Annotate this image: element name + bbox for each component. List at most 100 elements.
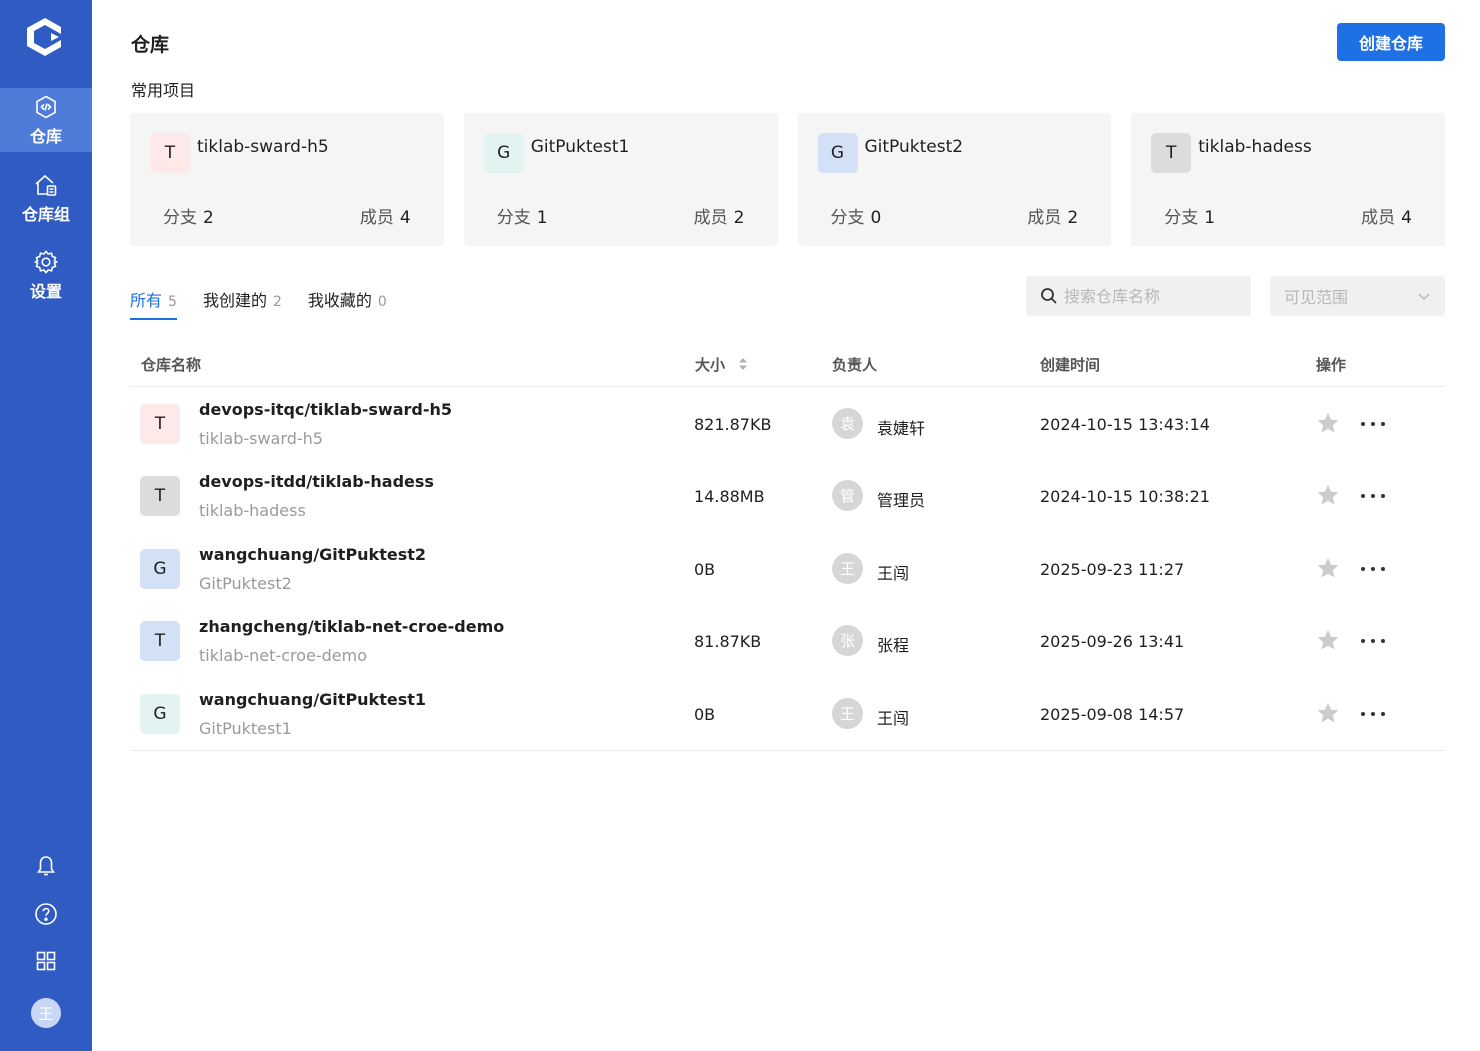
project-name: tiklab-sward-h5 [197,137,329,157]
repo-avatar: G [140,548,180,589]
owner-avatar: 管 [832,480,863,512]
member-count: 成员 2 [693,208,745,228]
created-time: 2025-09-26 13:41 [1040,632,1185,652]
filter-tabs: 所有 5 我创建的 2 我收藏的 0 [130,280,387,322]
owner-name: 王闯 [877,708,910,728]
more-actions-button[interactable] [1359,482,1387,510]
repo-name: GitPuktest1 [199,718,292,738]
column-header-name: 仓库名称 [141,356,202,374]
branch-count: 分支 1 [1164,208,1216,228]
create-repository-button[interactable]: 创建仓库 [1337,23,1445,61]
member-count: 成员 4 [359,208,411,228]
recent-project-card[interactable]: G GitPuktest2 分支 0 成员 2 [797,113,1112,246]
project-avatar: T [1151,133,1192,173]
sort-icon [739,358,748,370]
recent-project-card[interactable]: T tiklab-sward-h5 分支 2 成员 4 [130,113,444,246]
settings-gear-icon [33,249,59,274]
repository-group-icon [35,174,57,196]
repo-size: 81.87KB [694,632,762,652]
created-time: 2025-09-08 14:57 [1040,704,1185,724]
recent-project-card[interactable]: T tiklab-hadess 分支 1 成员 4 [1131,113,1445,246]
repository-icon [36,95,56,118]
star-icon[interactable] [1316,483,1340,507]
more-dots-icon [1361,494,1385,499]
tab-created-by-me[interactable]: 我创建的 2 [203,280,282,322]
search-icon [1041,288,1057,304]
more-dots-icon [1361,566,1385,571]
tab-all[interactable]: 所有 5 [130,280,177,322]
search-input[interactable] [1064,286,1244,306]
more-actions-button[interactable] [1359,410,1387,438]
table-row[interactable]: G wangchuang/GitPuktest1 GitPuktest1 0B … [130,678,1445,750]
repo-size: 0B [694,559,716,579]
owner-name: 管理员 [877,491,926,511]
apps-button[interactable] [0,949,92,973]
recent-projects: T tiklab-sward-h5 分支 2 成员 4 G GitPuktest1 … [130,113,1445,246]
visibility-select[interactable]: 可见范围 [1270,276,1445,316]
repo-name: tiklab-sward-h5 [199,429,323,448]
branch-count: 分支 0 [830,208,882,228]
column-header-owner: 负责人 [832,356,878,374]
sidebar-item-repository[interactable]: 仓库 [0,88,92,152]
branch-count: 分支 1 [496,208,548,228]
owner-avatar: 王 [832,552,863,584]
repo-path-link[interactable]: zhangcheng/tiklab-net-croe-demo [199,617,504,636]
repo-path-link[interactable]: wangchuang/GitPuktest1 [199,690,426,709]
star-icon[interactable] [1316,628,1340,652]
repo-avatar: T [140,621,180,662]
table-row[interactable]: T devops-itdd/tiklab-hadess tiklab-hades… [130,460,1445,532]
apps-grid-icon [36,951,56,971]
column-header-actions: 操作 [1316,356,1347,374]
branch-count: 分支 2 [163,208,214,228]
visibility-select-placeholder: 可见范围 [1284,288,1349,307]
repo-name: tiklab-hadess [199,501,306,521]
star-icon[interactable] [1316,411,1340,435]
repo-name: tiklab-net-croe-demo [199,646,367,666]
project-name: GitPuktest1 [530,137,630,157]
column-header-created: 创建时间 [1040,356,1101,374]
owner-name: 王闯 [877,563,910,583]
help-button[interactable] [0,902,92,926]
more-actions-button[interactable] [1359,555,1387,583]
chevron-down-icon [1418,293,1430,301]
column-header-size[interactable]: 大小 [695,354,748,375]
recent-projects-title: 常用项目 [131,81,196,100]
repo-path-link[interactable]: wangchuang/GitPuktest2 [199,545,426,564]
more-dots-icon [1361,422,1385,426]
more-dots-icon [1361,711,1385,716]
recent-project-card[interactable]: G GitPuktest1 分支 1 成员 2 [463,113,778,246]
project-name: GitPuktest2 [864,137,964,157]
bell-icon [37,856,55,876]
search-box[interactable] [1026,276,1251,316]
more-dots-icon [1361,639,1385,644]
tab-favorites[interactable]: 我收藏的 0 [308,280,387,322]
project-avatar: G [483,133,524,173]
table-row[interactable]: T zhangcheng/tiklab-net-croe-demo tiklab… [130,605,1445,677]
help-question-icon [35,903,57,925]
user-avatar-button[interactable]: 王 [0,998,92,1028]
repo-name: GitPuktest2 [199,573,292,593]
member-count: 成员 2 [1027,208,1079,228]
app-logo-icon[interactable] [24,16,66,58]
sidebar-item-settings[interactable]: 设置 [0,243,92,307]
project-avatar: T [150,133,190,173]
sidebar-item-label: 仓库 [29,126,62,146]
owner-name: 袁婕轩 [877,419,926,438]
more-actions-button[interactable] [1359,700,1387,728]
owner-avatar: 王 [832,697,863,729]
sidebar: 仓库 仓库组 设置 王 [0,0,92,1051]
created-time: 2025-09-23 11:27 [1040,559,1185,579]
star-icon[interactable] [1316,556,1340,580]
created-time: 2024-10-15 10:38:21 [1040,487,1210,507]
repo-path-link[interactable]: devops-itqc/tiklab-sward-h5 [199,400,452,419]
sidebar-item-repository-group[interactable]: 仓库组 [0,166,92,230]
owner-name: 张程 [877,636,910,656]
more-actions-button[interactable] [1359,627,1387,655]
repo-path-link[interactable]: devops-itdd/tiklab-hadess [199,472,434,491]
notification-button[interactable] [0,854,92,878]
created-time: 2024-10-15 13:43:14 [1040,415,1210,434]
star-icon[interactable] [1316,701,1340,725]
repo-avatar: G [140,693,180,734]
table-row[interactable]: T devops-itqc/tiklab-sward-h5 tiklab-swa… [130,388,1445,460]
table-row[interactable]: G wangchuang/GitPuktest2 GitPuktest2 0B … [130,533,1445,605]
